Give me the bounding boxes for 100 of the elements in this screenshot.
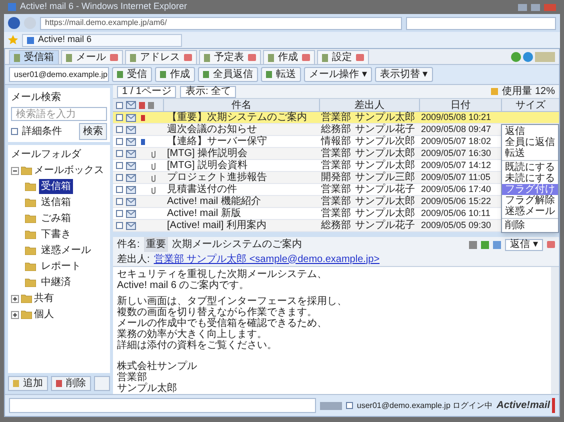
message-row[interactable]: Active! mail 機能紹介 営業部 サンプル太郎 2009/05/06 15:22 <box>113 196 501 208</box>
menu-item[interactable]: フラグ解除 <box>502 195 558 206</box>
option-label: 詳細条件 <box>22 124 62 139</box>
body-text: 新しい画面は、タブ型インターフェースを採用し、 <box>117 296 348 307</box>
row-checkbox[interactable] <box>116 222 123 229</box>
reply-button[interactable]: 返信 ▾ <box>505 238 543 250</box>
message-row[interactable]: [MTG] 操作説明会 営業部 サンプル太郎 2009/05/07 16:30 <box>113 148 501 160</box>
row-checkbox[interactable] <box>116 174 123 181</box>
search-button[interactable]: 検索 <box>79 123 107 140</box>
department-cell-text: 営業部 <box>321 110 351 124</box>
folder-item[interactable]: 中継済 <box>39 275 73 290</box>
app-tab[interactable]: メール <box>61 50 123 64</box>
signature-text: 株式会社サンプル <box>117 361 198 372</box>
back-button[interactable] <box>8 17 20 29</box>
toolbar-button[interactable]: 転送 <box>261 67 301 82</box>
row-checkbox[interactable] <box>116 126 123 133</box>
envelope-icon <box>126 162 136 170</box>
folder-button[interactable]: 追加 <box>8 376 48 391</box>
column-header[interactable]: サイズ <box>501 99 559 111</box>
toolbar-button[interactable]: 表示切替 ▾ <box>374 67 433 82</box>
app-tab[interactable]: 作成 <box>263 50 315 64</box>
folder-item[interactable]: 受信箱 <box>39 179 73 194</box>
app-tab[interactable]: 受信箱 <box>9 50 59 64</box>
expander-icon[interactable] <box>11 310 19 318</box>
account-field[interactable]: user01@demo.example.jp <box>9 67 109 82</box>
star-icon[interactable] <box>8 35 18 45</box>
date-cell-text: 2009/05/06 17:40 <box>421 182 492 196</box>
row-checkbox[interactable] <box>116 114 123 121</box>
menu-item[interactable]: 既読にする <box>502 162 558 173</box>
message-row[interactable]: 【重要】次期システムのご案内 営業部 サンプル太郎 2009/05/08 10:21 <box>113 112 501 124</box>
folder-item[interactable]: 下書き <box>39 227 73 242</box>
toolbar-button[interactable]: メール操作 ▾ <box>304 67 372 82</box>
row-checkbox[interactable] <box>116 198 123 205</box>
message-row[interactable]: 【連絡】サーバー保守 情報部 サンプル次郎 2009/05/07 18:02 <box>113 136 501 148</box>
folder-item[interactable]: レポート <box>39 259 83 274</box>
column-header[interactable]: 差出人 <box>319 99 419 111</box>
folder-item[interactable]: 共有 <box>34 291 54 306</box>
menu-item[interactable]: 転送 <box>502 148 558 159</box>
settings-button[interactable] <box>94 376 110 391</box>
flag-column-icon[interactable] <box>139 102 145 108</box>
sender-link[interactable]: 営業部 サンプル太郎 <sample@demo.example.jp> <box>154 252 380 266</box>
envelope-icon <box>126 198 136 206</box>
tab-icon <box>204 54 210 62</box>
page-select[interactable]: 1 / 1ページ <box>117 86 176 98</box>
row-checkbox[interactable] <box>116 138 123 145</box>
folder-item[interactable]: 個人 <box>34 307 54 322</box>
message-row[interactable]: 週次会議のお知らせ 総務部 サンプル花子 2009/05/08 09:47 <box>113 124 501 136</box>
app-tab[interactable]: 設定 <box>317 50 369 64</box>
field-label: 差出人: <box>117 252 150 266</box>
filter-select[interactable]: 表示: 全て <box>180 86 236 98</box>
message-row[interactable]: [MTG] 説明会資料 営業部 サンプル太郎 2009/05/07 14:12 <box>113 160 501 172</box>
message-row[interactable]: Active! mail 新版 営業部 サンプル太郎 2009/05/06 10:11 <box>113 208 501 220</box>
subject-cell-text: [MTG] 操作説明会 <box>167 146 248 160</box>
message-row[interactable]: 見積書送付の件 営業部 サンプル花子 2009/05/06 17:40 <box>113 184 501 196</box>
folder-item[interactable]: メールボックス <box>34 163 104 178</box>
session-checkbox[interactable] <box>346 402 353 409</box>
folder-item[interactable]: 迷惑メール <box>39 243 93 258</box>
option-checkbox[interactable] <box>11 128 18 135</box>
body-text: 複数の画面を切り替えながら作業できます。 <box>117 307 318 318</box>
expander-icon[interactable] <box>11 166 19 174</box>
globe-icon[interactable] <box>523 52 533 62</box>
menu-item[interactable]: 全員に返信 <box>502 137 558 148</box>
folder-item[interactable]: ごみ箱 <box>39 211 73 226</box>
menu-item[interactable]: 返信 <box>502 126 558 137</box>
tab-icon <box>268 54 274 62</box>
row-checkbox[interactable] <box>116 210 123 217</box>
row-checkbox[interactable] <box>116 162 123 169</box>
folder-item[interactable]: 送信箱 <box>39 195 73 210</box>
status-field[interactable] <box>9 398 316 413</box>
app-tab[interactable]: アドレス <box>125 50 197 64</box>
toolbar-button[interactable]: 受信 <box>112 67 152 82</box>
subject-cell-text: 【重要】次期システムのご案内 <box>167 110 307 124</box>
menu-item[interactable]: 迷惑メール <box>502 206 558 217</box>
menu-item[interactable]: フラグ付け <box>502 184 558 195</box>
column-header[interactable]: 日付 <box>419 99 501 111</box>
department-cell-text: 営業部 <box>321 194 351 208</box>
menu-item[interactable]: 未読にする <box>502 173 558 184</box>
menu-item[interactable]: 削除 <box>502 220 558 231</box>
browser-search-field[interactable] <box>406 16 556 30</box>
address-field[interactable]: https://mail.demo.example.jp/am6/ <box>40 16 402 30</box>
app-tab[interactable]: 予定表 <box>199 50 261 64</box>
body-text: セキュリティを重視した次期メールシステム、 <box>117 269 328 280</box>
browser-tab[interactable]: Active! mail 6 <box>22 34 182 46</box>
row-checkbox[interactable] <box>116 186 123 193</box>
refresh-icon[interactable] <box>511 52 521 62</box>
subject-cell-text: プロジェクト進捗報告 <box>167 170 267 184</box>
message-row[interactable]: プロジェクト進捗報告 開発部 サンプル三郎 2009/05/07 11:05 <box>113 172 501 184</box>
name-cell-text: サンプル太郎 <box>355 158 415 172</box>
search-field[interactable]: 検索語を入力 <box>11 107 107 121</box>
toolbar-button[interactable]: 全員返信 <box>198 67 258 82</box>
folder-button[interactable]: 削除 <box>51 376 91 391</box>
folder-icon <box>21 310 32 319</box>
toolbar-button[interactable]: 作成 <box>155 67 195 82</box>
expander-icon[interactable] <box>11 294 19 302</box>
row-checkbox[interactable] <box>116 150 123 157</box>
select-all-checkbox[interactable] <box>116 102 123 108</box>
column-header[interactable]: 件名 <box>163 99 319 111</box>
message-row[interactable]: [Active! mail] 利用案内 総務部 サンプル花子 2009/05/05 09:30 <box>113 220 501 232</box>
maximize-button[interactable] <box>531 4 540 10</box>
minimize-button[interactable] <box>518 4 527 10</box>
